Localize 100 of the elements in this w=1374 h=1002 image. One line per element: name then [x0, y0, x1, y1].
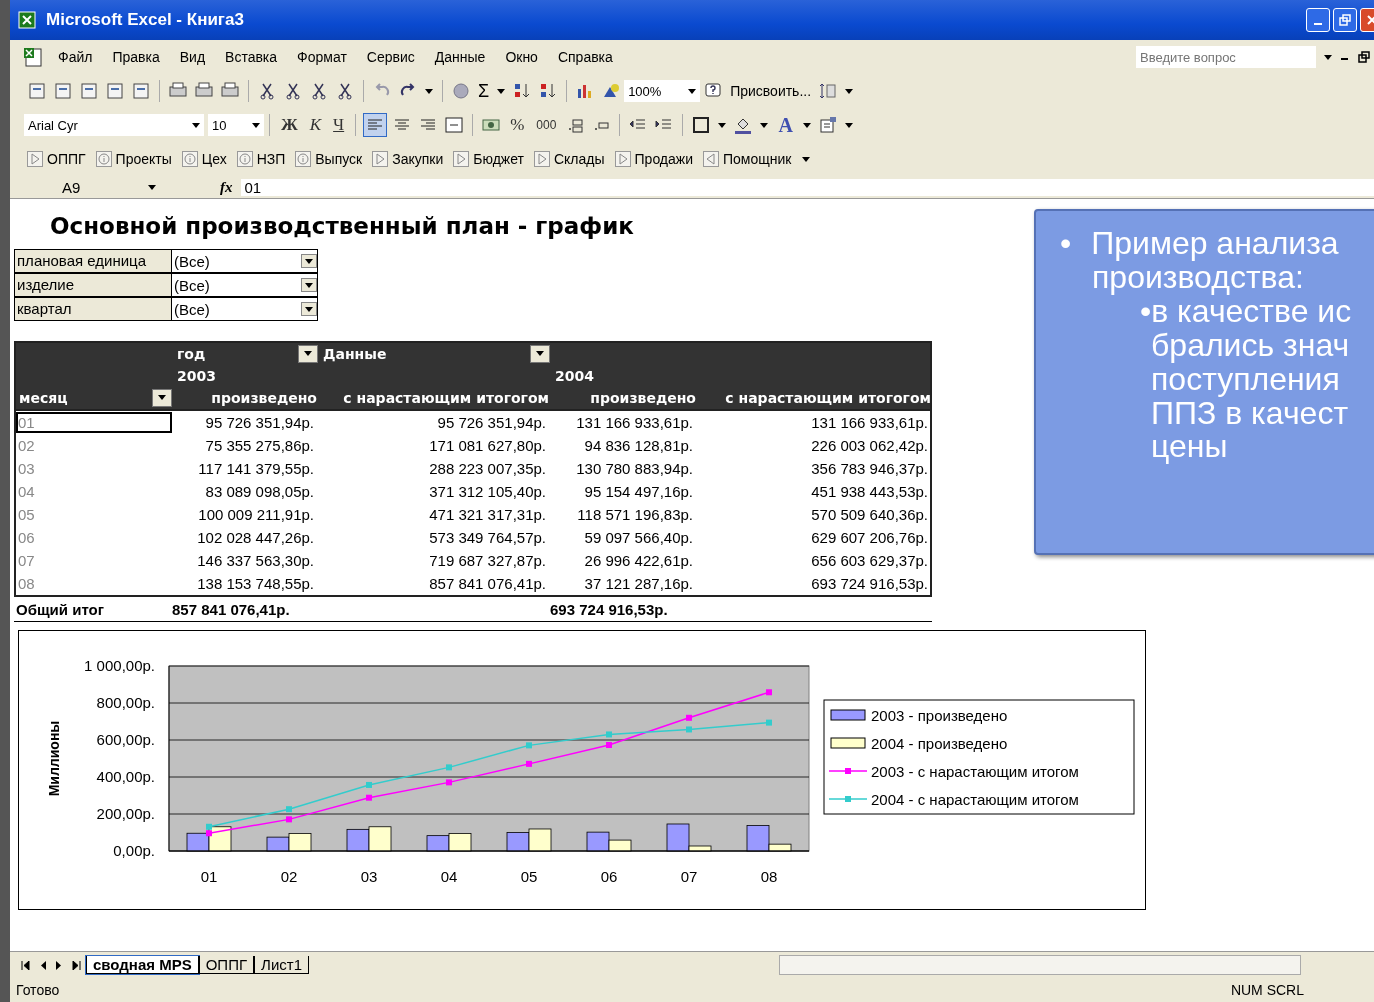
toolbar-button[interactable]: Помощник: [700, 151, 795, 167]
filter-dropdown[interactable]: (Все): [172, 249, 318, 273]
sheet-tab[interactable]: Лист1: [254, 956, 309, 974]
legend-swatch: [828, 768, 868, 774]
menu-item[interactable]: Вид: [169, 49, 216, 65]
row-label[interactable]: 01: [16, 412, 172, 433]
point: [526, 760, 532, 767]
toolbar-button[interactable]: Закупки: [369, 151, 447, 167]
toolbar-button[interactable]: Проекты: [92, 151, 175, 167]
caret-icon[interactable]: [425, 88, 433, 94]
row-label[interactable]: 08: [16, 573, 172, 594]
autosum-button[interactable]: Σ: [478, 80, 490, 102]
filter-dropdown[interactable]: (Все): [172, 297, 318, 321]
thousands-separator-button[interactable]: 000: [530, 118, 563, 132]
percent-button[interactable]: %: [504, 115, 531, 135]
sheet-tab[interactable]: ОППГ: [198, 956, 255, 974]
first-sheet-icon[interactable]: [21, 960, 30, 970]
table-cell-text: 146 337 563,30р.: [196, 552, 315, 569]
caret-icon[interactable]: [718, 122, 727, 128]
toolbar-button[interactable]: Цех: [178, 151, 230, 167]
new-document-icon[interactable]: [27, 81, 47, 101]
caret-icon[interactable]: [844, 122, 853, 128]
play-icon: [614, 151, 631, 167]
italic-button[interactable]: К: [303, 115, 328, 135]
y-tick-label: 400,00р.: [96, 768, 155, 785]
caret-icon[interactable]: [1324, 54, 1332, 60]
row-label[interactable]: 02: [16, 435, 172, 456]
filter-dropdown[interactable]: (Все): [172, 273, 318, 297]
dropdown-button[interactable]: [301, 302, 317, 316]
caret-icon[interactable]: [497, 88, 506, 94]
underline-button[interactable]: Ч: [327, 115, 351, 135]
caret-icon[interactable]: [760, 122, 769, 128]
toolbar-button[interactable]: Бюджет: [450, 151, 527, 167]
scissors-icon[interactable]: [257, 81, 277, 101]
spreadsheet-icon[interactable]: [22, 46, 44, 68]
formula-field[interactable]: 01: [240, 178, 1374, 196]
status-text: Готово: [16, 982, 60, 998]
name-box[interactable]: A9: [10, 178, 160, 196]
menu-item[interactable]: Правка: [102, 49, 170, 65]
previous-sheet-icon[interactable]: [40, 960, 46, 970]
row-label[interactable]: 06: [16, 527, 172, 548]
zoom-field[interactable]: 100%: [624, 80, 701, 102]
restore-button[interactable]: [1333, 8, 1357, 32]
row-label[interactable]: 05: [16, 504, 172, 525]
caret-icon: [688, 88, 697, 94]
bold-button[interactable]: Ж: [275, 115, 304, 135]
menu-item[interactable]: Сервис: [356, 49, 425, 65]
legend-label: 2004 - произведено: [871, 735, 1008, 752]
filter-label: изделие: [14, 273, 172, 297]
toolbar-button[interactable]: НЗП: [233, 151, 289, 167]
table-cell-text: 138 153 748,55р.: [196, 575, 315, 592]
table-cell-text: 573 349 764,57р.: [428, 529, 547, 546]
minimize-button[interactable]: [1306, 8, 1330, 32]
menu-item[interactable]: Вставка: [215, 49, 288, 65]
field-dropdown-button[interactable]: [530, 345, 550, 363]
legend-label: 2003 - произведено: [871, 707, 1008, 724]
toolbar-button[interactable]: ОППГ: [24, 151, 89, 167]
table-cell-text: 95 726 351,94р.: [204, 414, 315, 431]
table-cell-text: 95 154 497,16р.: [583, 483, 694, 500]
last-sheet-icon[interactable]: [72, 960, 81, 970]
next-sheet-icon[interactable]: [56, 960, 62, 970]
dropdown-button[interactable]: [301, 254, 317, 268]
point: [286, 816, 292, 823]
point: [366, 781, 372, 788]
dropdown-button[interactable]: [301, 278, 317, 292]
field-dropdown-button[interactable]: [298, 345, 318, 363]
options-icon[interactable]: [817, 115, 838, 135]
menu-item[interactable]: Формат: [287, 49, 357, 65]
caret-icon[interactable]: [802, 156, 811, 162]
font-name-field[interactable]: Arial Cyr: [24, 114, 204, 136]
caret-icon[interactable]: [802, 122, 811, 128]
slide-text-line: Пример анализа: [1091, 227, 1339, 261]
row-label[interactable]: 07: [16, 550, 172, 571]
row-label[interactable]: 03: [16, 458, 172, 479]
field-dropdown-button[interactable]: [152, 389, 172, 407]
row-height-icon[interactable]: [818, 81, 839, 101]
sheet-tab[interactable]: сводная MPS: [86, 956, 199, 974]
font-color-button[interactable]: A: [772, 113, 799, 137]
caret-icon[interactable]: [845, 88, 854, 94]
restore-icon[interactable]: [1358, 51, 1370, 63]
toolbar-button[interactable]: Продажи: [611, 151, 696, 167]
slide-text-line: •в качестве ис: [1140, 294, 1352, 329]
toolbar-button[interactable]: Выпуск: [292, 151, 366, 167]
align-left-icon[interactable]: [364, 114, 387, 136]
function-label[interactable]: fx: [220, 178, 233, 196]
globe-icon[interactable]: [451, 81, 471, 101]
toolbar-button[interactable]: Склады: [530, 151, 608, 167]
menu-item[interactable]: Окно: [495, 49, 548, 65]
info-icon: [295, 151, 312, 167]
row-label[interactable]: 04: [16, 481, 172, 502]
menu-item[interactable]: Справка: [547, 49, 623, 65]
merge-cells-icon[interactable]: [444, 115, 465, 135]
menu-item[interactable]: Данные: [424, 49, 496, 65]
menu-item[interactable]: Файл: [48, 49, 103, 65]
assign-button[interactable]: Присвоить...: [726, 83, 816, 99]
column-header: с нарастающим итогогом: [724, 390, 932, 406]
horizontal-scrollbar[interactable]: [779, 955, 1301, 975]
help-search-field[interactable]: Введите вопрос: [1136, 46, 1316, 68]
borders-icon[interactable]: [691, 115, 712, 135]
font-size-field[interactable]: 10: [208, 114, 264, 136]
